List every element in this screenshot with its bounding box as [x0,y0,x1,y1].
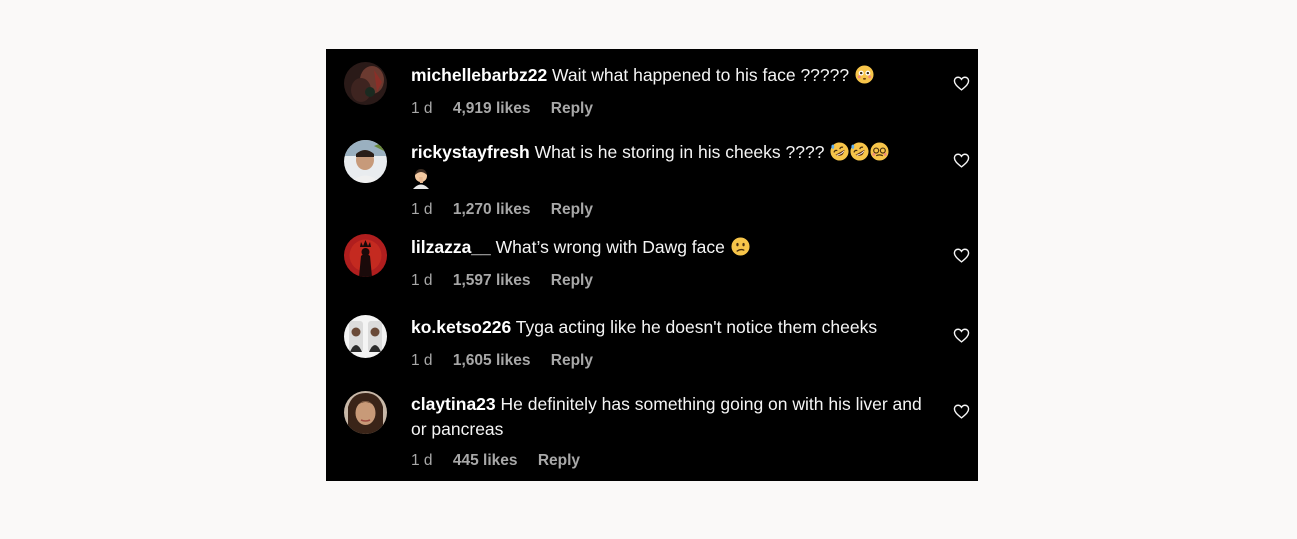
comment-text: Wait what happened to his face ????? [552,65,850,85]
avatar[interactable] [344,315,387,358]
reply-button[interactable]: Reply [551,352,593,369]
comment-likes[interactable]: 1,270 likes [453,201,531,218]
comment-time: 1 d [411,100,433,117]
comment-item: ko.ketso226 Tyga acting like he doesn't … [326,309,978,389]
flushed-face-icon [855,65,874,84]
comment-likes[interactable]: 4,919 likes [453,100,531,117]
reply-button[interactable]: Reply [551,272,593,289]
comment-likes[interactable]: 1,605 likes [453,352,531,369]
like-heart-icon[interactable] [953,403,970,420]
comment-item: lilzazza__ What’s wrong with Dawg face 1… [326,229,978,309]
avatar[interactable] [344,234,387,277]
like-heart-icon[interactable] [953,327,970,344]
woozy-face-icon [870,142,889,161]
avatar-image [344,140,387,183]
comment-body: michellebarbz22 Wait what happened to hi… [411,63,936,88]
comment-item: claytina23 He definitely has something g… [326,389,978,481]
rolling-laughing-face-icon [830,142,849,161]
comment-username[interactable]: claytina23 [411,394,496,414]
comment-item: rickystayfresh What is he storing in his… [326,129,978,229]
comment-time: 1 d [411,452,433,469]
comment-meta: 1 d 1,270 likes Reply [411,200,593,220]
avatar-image [344,62,387,105]
reply-button[interactable]: Reply [551,201,593,218]
avatar-image [344,234,387,277]
comments-panel: michellebarbz22 Wait what happened to hi… [326,49,978,481]
confused-face-icon [731,237,750,256]
avatar[interactable] [344,62,387,105]
comment-body: lilzazza__ What’s wrong with Dawg face [411,235,936,260]
comment-text: What is he storing in his cheeks ???? [534,142,825,162]
comment-username[interactable]: rickystayfresh [411,142,530,162]
like-heart-icon[interactable] [953,247,970,264]
avatar[interactable] [344,391,387,434]
comment-meta: 1 d 1,605 likes Reply [411,351,593,371]
comment-text: What’s wrong with Dawg face [495,237,725,257]
comment-body: ko.ketso226 Tyga acting like he doesn't … [411,315,936,340]
reply-button[interactable]: Reply [551,100,593,117]
comment-meta: 1 d 4,919 likes Reply [411,99,593,119]
comment-username[interactable]: lilzazza__ [411,237,491,257]
comment-username[interactable]: ko.ketso226 [411,317,511,337]
reply-button[interactable]: Reply [538,452,580,469]
like-heart-icon[interactable] [953,152,970,169]
rolling-laughing-face-icon [850,142,869,161]
avatar-image [344,391,387,434]
comment-username[interactable]: michellebarbz22 [411,65,547,85]
avatar[interactable] [344,140,387,183]
comment-body: rickystayfresh What is he storing in his… [411,140,936,165]
comment-body: claytina23 He definitely has something g… [411,392,926,442]
comment-time: 1 d [411,352,433,369]
comment-text: Tyga acting like he doesn't notice them … [515,317,878,337]
comment-likes[interactable]: 1,597 likes [453,272,531,289]
like-heart-icon[interactable] [953,75,970,92]
comment-meta: 1 d 1,597 likes Reply [411,271,593,291]
comment-likes[interactable]: 445 likes [453,452,518,469]
comment-time: 1 d [411,201,433,218]
avatar-image [344,315,387,358]
comment-meta: 1 d 445 likes Reply [411,451,580,471]
comment-item: michellebarbz22 Wait what happened to hi… [326,49,978,129]
man-facepalming-icon [413,169,429,189]
comment-time: 1 d [411,272,433,289]
